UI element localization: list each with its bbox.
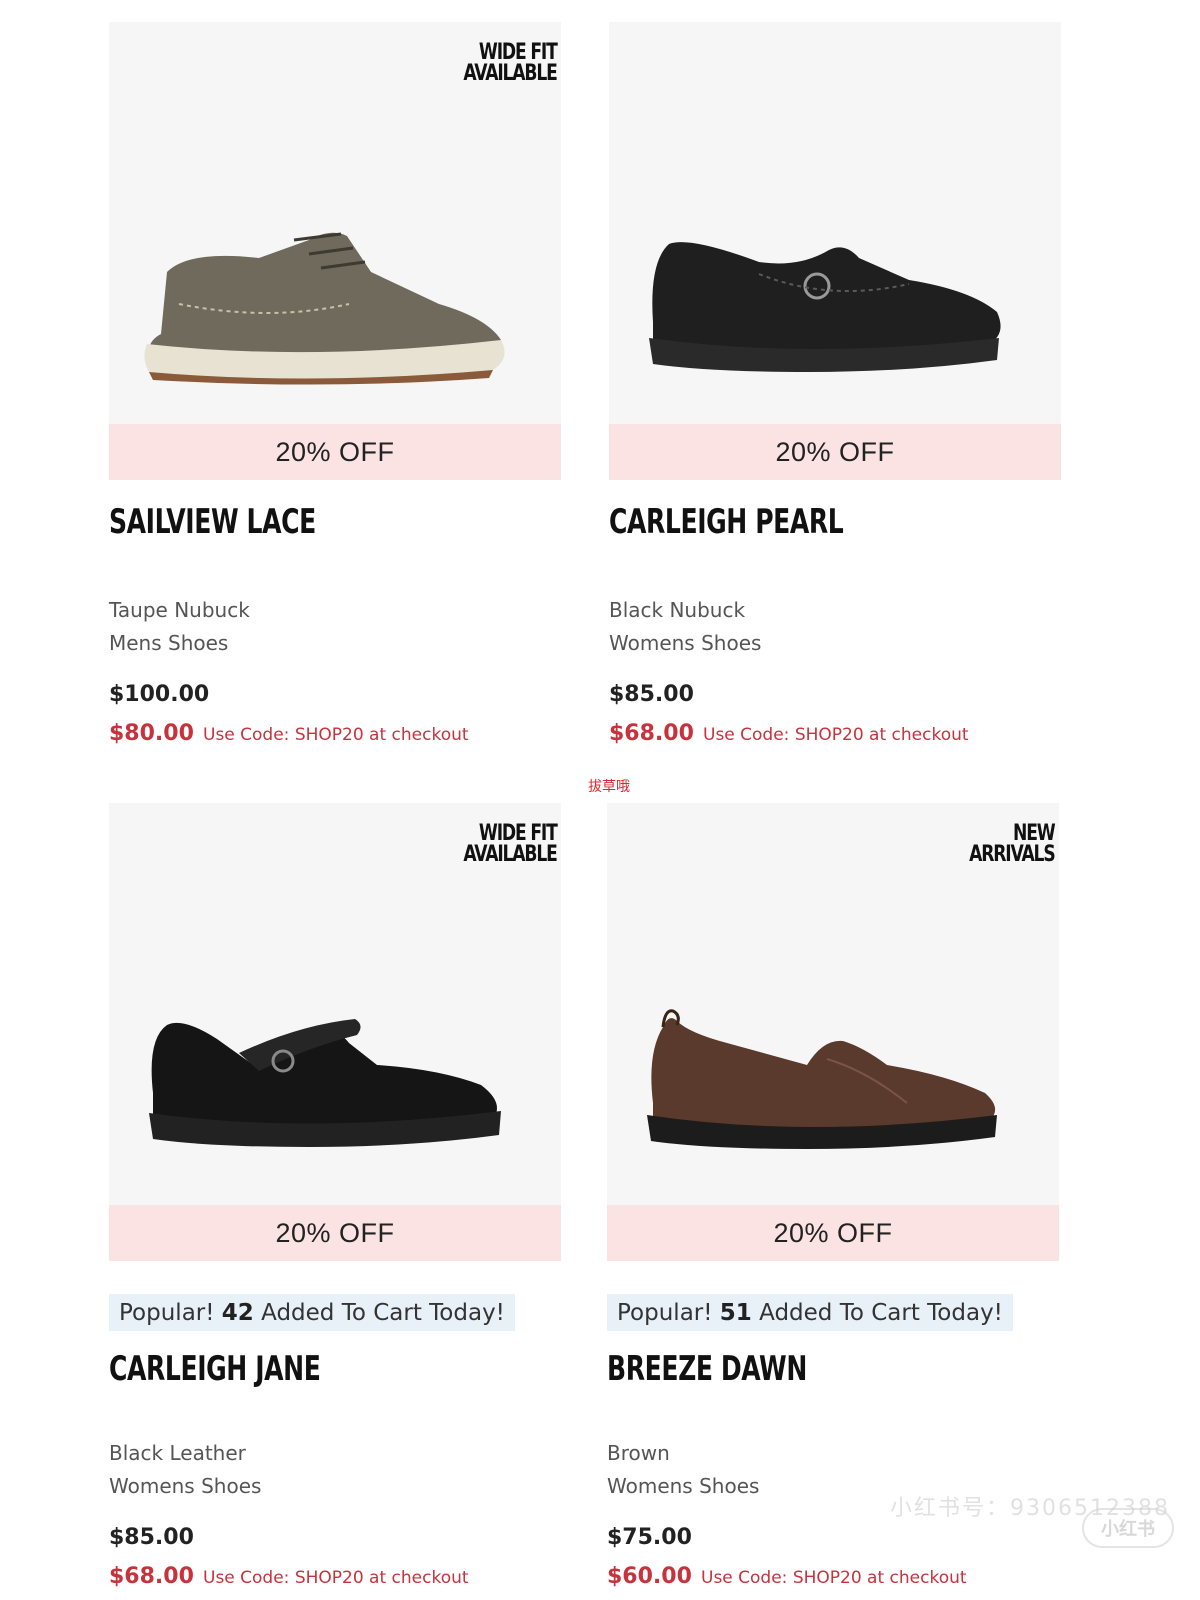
wide-fit-tag: WIDE FIT AVAILABLE [463,40,558,86]
popular-badge: Popular! 51 Added To Cart Today! [607,1294,1013,1331]
original-price: $85.00 [109,1525,194,1550]
tag-line-1: WIDE FIT [479,821,558,846]
popular-suffix: Added To Cart Today! [759,1300,1003,1326]
discount-banner: 20% OFF [607,1205,1059,1261]
tag-line-1: NEW [1013,821,1056,846]
product-category: Womens Shoes [109,1474,262,1498]
promo-code-text: Use Code: SHOP20 at checkout [203,725,469,745]
discount-banner: 20% OFF [109,1205,561,1261]
product-name[interactable]: SAILVIEW LACE [109,502,480,542]
sale-price: $68.00 [609,721,694,746]
product-name[interactable]: CARLEIGH PEARL [609,502,980,542]
product-category: Mens Shoes [109,631,229,655]
product-image[interactable] [609,22,1061,424]
product-color: Black Nubuck [609,598,746,622]
product-grid: WIDE FIT AVAILABLE 20% OFF SAILVIEW LACE… [0,0,1200,1600]
popular-suffix: Added To Cart Today! [261,1300,505,1326]
tag-line-1: WIDE FIT [479,40,558,65]
popular-prefix: Popular! [617,1300,713,1326]
popular-count: 51 [719,1300,752,1326]
product-card-breeze-dawn[interactable]: NEW ARRIVALS 20% OFF Popular! 51 Added T… [607,803,1059,1589]
watermark-logo: 小红书 [1082,1508,1174,1548]
promo-code-text: Use Code: SHOP20 at checkout [701,1568,967,1588]
product-name[interactable]: BREEZE DAWN [607,1349,978,1389]
sale-line: $68.00 Use Code: SHOP20 at checkout [109,1564,561,1589]
product-color: Brown [607,1441,670,1465]
discount-banner: 20% OFF [609,424,1061,480]
product-card-sailview-lace[interactable]: WIDE FIT AVAILABLE 20% OFF SAILVIEW LACE… [109,22,561,746]
discount-banner: 20% OFF [109,424,561,480]
product-image[interactable]: WIDE FIT AVAILABLE [109,803,561,1205]
tag-line-2: AVAILABLE [463,61,558,86]
promo-code-text: Use Code: SHOP20 at checkout [203,1568,469,1588]
sale-price: $68.00 [109,1564,194,1589]
wide-fit-tag: WIDE FIT AVAILABLE [463,821,558,867]
product-image[interactable]: NEW ARRIVALS [607,803,1059,1205]
sale-line: $80.00 Use Code: SHOP20 at checkout [109,721,561,746]
product-card-carleigh-pearl[interactable]: 20% OFF CARLEIGH PEARL Black Nubuck Wome… [609,22,1061,746]
original-price: $75.00 [607,1525,692,1550]
watermark-text: 拔草哦 [588,779,630,795]
sale-line: $60.00 Use Code: SHOP20 at checkout [607,1564,1059,1589]
product-image[interactable]: WIDE FIT AVAILABLE [109,22,561,424]
new-arrivals-tag: NEW ARRIVALS [969,821,1057,867]
original-price: $85.00 [609,682,694,707]
shoe-image [649,242,1001,372]
sale-line: $68.00 Use Code: SHOP20 at checkout [609,721,1061,746]
product-card-carleigh-jane[interactable]: WIDE FIT AVAILABLE 20% OFF Popular! 42 A… [109,803,561,1589]
product-category: Womens Shoes [609,631,762,655]
popular-count: 42 [221,1300,254,1326]
sale-price: $60.00 [607,1564,692,1589]
original-price: $100.00 [109,682,210,707]
tag-line-2: ARRIVALS [969,842,1057,867]
tag-line-2: AVAILABLE [463,842,558,867]
popular-badge: Popular! 42 Added To Cart Today! [109,1294,515,1331]
promo-code-text: Use Code: SHOP20 at checkout [703,725,969,745]
popular-prefix: Popular! [119,1300,215,1326]
product-name[interactable]: CARLEIGH JANE [109,1349,480,1389]
sale-price: $80.00 [109,721,194,746]
product-color: Black Leather [109,1441,246,1465]
product-color: Taupe Nubuck [109,598,250,622]
